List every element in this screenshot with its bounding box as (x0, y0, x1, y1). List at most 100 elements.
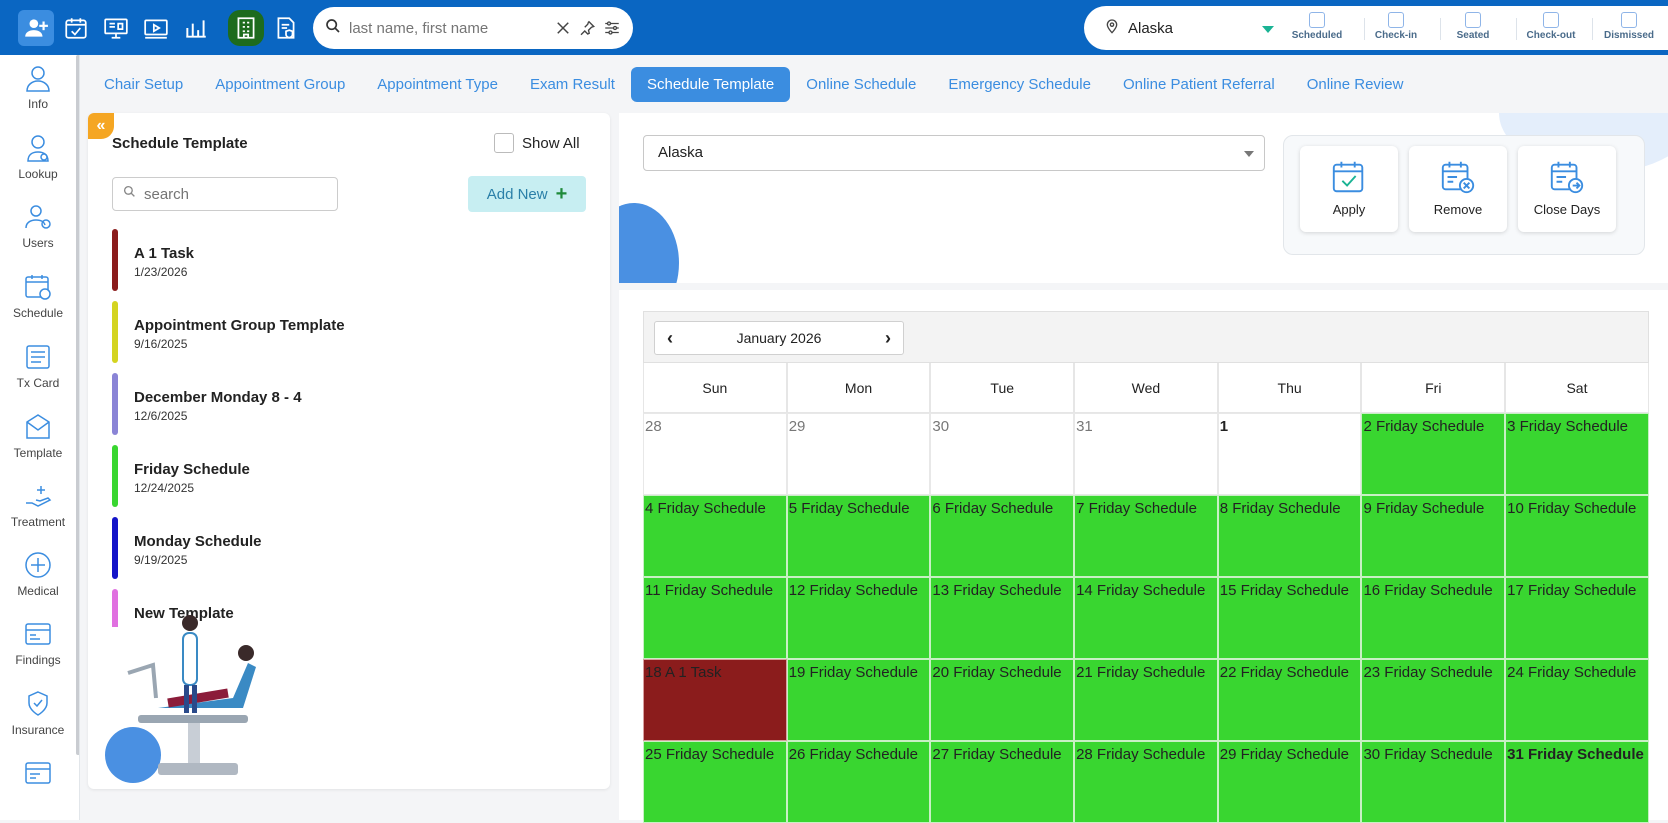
nav-findings[interactable]: Findings (0, 619, 76, 667)
insurance-icon (23, 689, 53, 719)
card-icon (23, 758, 53, 788)
nav-medical[interactable]: Medical (0, 550, 76, 598)
nav-insurance[interactable]: Insurance (0, 689, 76, 737)
calendar-grid: Sun Mon Tue Wed Thu Fri Sat 28 29 30 31 1 2 F… (643, 363, 1649, 823)
calendar-day-cell[interactable]: 3 Friday Schedule (1505, 413, 1649, 495)
calendar-day-cell[interactable]: 29 (786, 413, 931, 495)
calendar-day-cell[interactable]: 7 Friday Schedule (1074, 495, 1218, 577)
template-item[interactable]: A 1 Task 1/23/2026 (112, 229, 572, 301)
calendar-day-cell[interactable]: 8 Friday Schedule (1217, 495, 1362, 577)
calendar-day-cell[interactable]: 6 Friday Schedule (930, 495, 1075, 577)
add-patient-icon[interactable] (18, 10, 54, 46)
status-seated[interactable]: Seated (1436, 12, 1510, 48)
nav-treatment[interactable]: Treatment (0, 481, 76, 529)
status-scheduled[interactable]: Scheduled (1280, 12, 1354, 48)
calendar-day-cell[interactable]: 30 Friday Schedule (1361, 741, 1506, 823)
status-dismissed[interactable]: Dismissed (1592, 12, 1666, 48)
calendar-check-icon[interactable] (58, 10, 94, 46)
calendar-day-cell[interactable]: 28 (643, 413, 787, 495)
calendar-day-cell[interactable]: 19 Friday Schedule (786, 659, 931, 741)
show-all-checkbox[interactable] (494, 133, 514, 153)
day-of-week-header: Mon (786, 363, 931, 413)
calendar-day-cell[interactable]: 13 Friday Schedule (930, 577, 1075, 659)
tab-online-review[interactable]: Online Review (1291, 67, 1420, 102)
tab-appointment-type[interactable]: Appointment Type (361, 67, 514, 102)
tab-chair-setup[interactable]: Chair Setup (88, 67, 199, 102)
template-search-input[interactable] (144, 185, 314, 203)
nav-schedule[interactable]: Schedule (0, 272, 76, 320)
template-item[interactable]: Monday Schedule 9/19/2025 (112, 517, 572, 589)
filter-icon[interactable] (603, 17, 621, 39)
remove-button[interactable]: Remove (1409, 146, 1507, 232)
show-all-toggle[interactable]: Show All (494, 133, 580, 153)
calendar-day-cell[interactable]: 21 Friday Schedule (1074, 659, 1218, 741)
nav-lookup[interactable]: Lookup (0, 133, 76, 181)
calendar-day-cell[interactable]: 16 Friday Schedule (1361, 577, 1506, 659)
tab-appointment-group[interactable]: Appointment Group (199, 67, 361, 102)
calendar-day-cell[interactable]: 4 Friday Schedule (643, 495, 787, 577)
next-month-button[interactable]: › (885, 328, 891, 349)
template-search[interactable] (112, 177, 338, 211)
analytics-icon[interactable] (178, 10, 214, 46)
tab-online-schedule[interactable]: Online Schedule (790, 67, 932, 102)
calendar-day-cell[interactable]: 2 Friday Schedule (1361, 413, 1506, 495)
left-nav-scrollbar[interactable] (76, 55, 79, 755)
tab-emergency-schedule[interactable]: Emergency Schedule (932, 67, 1107, 102)
check-out-icon (1543, 12, 1559, 28)
calendar-day-cell[interactable]: 28 Friday Schedule (1074, 741, 1218, 823)
location-picker[interactable]: Alaska (1104, 17, 1173, 39)
pin-icon[interactable] (578, 17, 596, 39)
calendar-day-cell[interactable]: 20 Friday Schedule (930, 659, 1075, 741)
clear-icon[interactable] (554, 17, 572, 39)
template-item[interactable]: Appointment Group Template 9/16/2025 (112, 301, 572, 373)
status-check-out[interactable]: Check-out (1514, 12, 1588, 48)
calendar-day-cell[interactable]: 22 Friday Schedule (1217, 659, 1362, 741)
nav-card[interactable] (0, 758, 76, 792)
building-icon[interactable] (228, 10, 264, 46)
calendar-day-cell[interactable]: 14 Friday Schedule (1074, 577, 1218, 659)
template-color-bar (112, 517, 118, 579)
calendar-day-cell[interactable]: 26 Friday Schedule (786, 741, 931, 823)
nav-template[interactable]: Template (0, 412, 76, 460)
calendar-day-cell[interactable]: 18 A 1 Task (643, 659, 787, 741)
collapse-panel-button[interactable]: « (88, 113, 114, 139)
tab-schedule-template[interactable]: Schedule Template (630, 66, 791, 102)
calendar-day-cell[interactable]: 5 Friday Schedule (786, 495, 931, 577)
calendar-apply-icon (1330, 158, 1368, 196)
template-item[interactable]: December Monday 8 - 4 12/6/2025 (112, 373, 572, 445)
calendar-close-icon (1548, 158, 1586, 196)
calendar-day-cell[interactable]: 25 Friday Schedule (643, 741, 787, 823)
patient-search-input[interactable] (349, 19, 548, 37)
patient-search[interactable] (313, 7, 633, 49)
template-item[interactable]: Friday Schedule 12/24/2025 (112, 445, 572, 517)
calendar-day-cell[interactable]: 9 Friday Schedule (1361, 495, 1506, 577)
calendar-day-cell[interactable]: 17 Friday Schedule (1505, 577, 1649, 659)
calendar-day-cell[interactable]: 31 (1074, 413, 1218, 495)
apply-button[interactable]: Apply (1300, 146, 1398, 232)
calendar-day-cell[interactable]: 10 Friday Schedule (1505, 495, 1649, 577)
calendar-day-cell[interactable]: 11 Friday Schedule (643, 577, 787, 659)
document-shield-icon[interactable] (268, 10, 304, 46)
monitor-icon[interactable] (98, 10, 134, 46)
tab-online-patient-referral[interactable]: Online Patient Referral (1107, 67, 1291, 102)
calendar-day-cell[interactable]: 1 (1217, 413, 1362, 495)
video-icon[interactable] (138, 10, 174, 46)
calendar-day-cell[interactable]: 23 Friday Schedule (1361, 659, 1506, 741)
calendar-day-cell[interactable]: 27 Friday Schedule (930, 741, 1075, 823)
close-days-button[interactable]: Close Days (1518, 146, 1616, 232)
calendar-day-cell[interactable]: 29 Friday Schedule (1217, 741, 1362, 823)
calendar-day-cell[interactable]: 12 Friday Schedule (786, 577, 931, 659)
location-select[interactable]: Alaska (643, 135, 1265, 171)
nav-tx-card[interactable]: Tx Card (0, 342, 76, 390)
calendar-day-cell[interactable]: 15 Friday Schedule (1217, 577, 1362, 659)
calendar-day-cell[interactable]: 31 Friday Schedule (1505, 741, 1649, 823)
nav-users[interactable]: Users (0, 202, 76, 250)
nav-info[interactable]: Info (0, 63, 76, 111)
prev-month-button[interactable]: ‹ (667, 328, 673, 349)
tab-exam-result[interactable]: Exam Result (514, 67, 631, 102)
status-check-in[interactable]: Check-in (1359, 12, 1433, 48)
location-caret-icon[interactable] (1262, 26, 1274, 33)
add-new-button[interactable]: Add New + (468, 176, 586, 212)
calendar-day-cell[interactable]: 30 (930, 413, 1075, 495)
calendar-day-cell[interactable]: 24 Friday Schedule (1505, 659, 1649, 741)
